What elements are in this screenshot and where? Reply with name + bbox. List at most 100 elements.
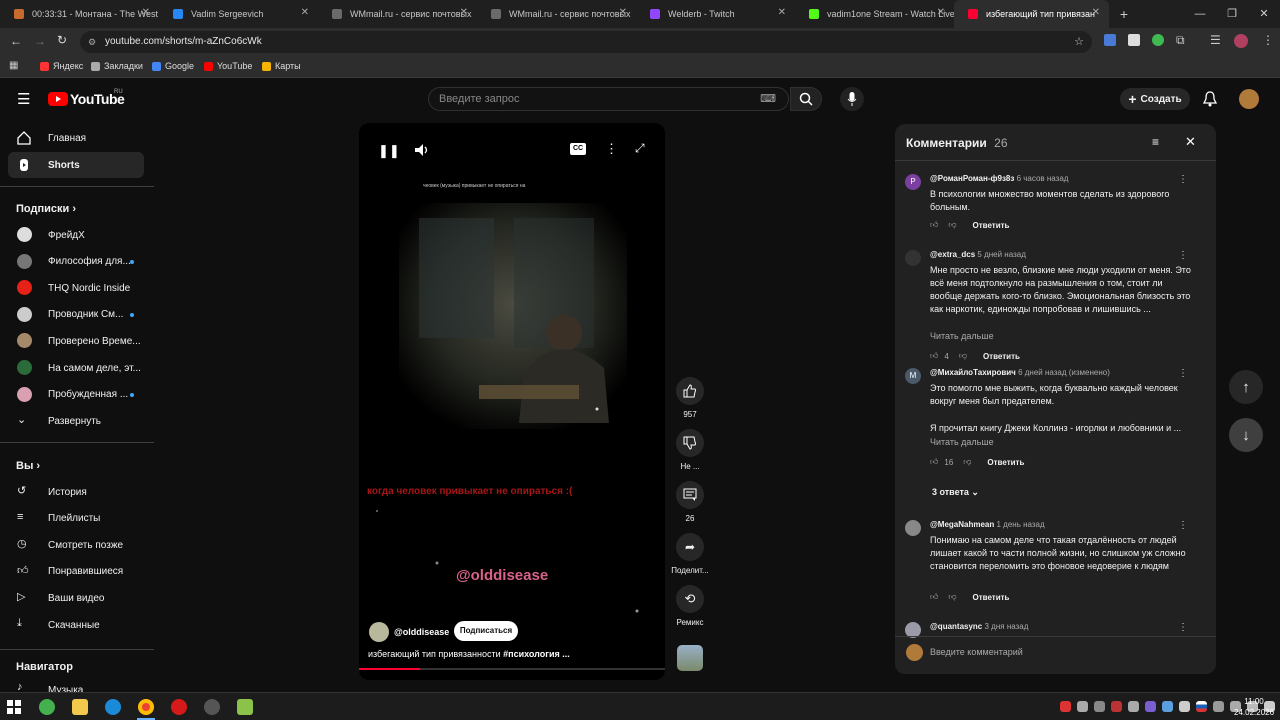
sidebar-item-watch-later[interactable]: ◷ Смотреть позже <box>8 532 144 558</box>
pause-icon[interactable]: ❚❚ <box>378 143 400 159</box>
tray-icon[interactable] <box>1094 701 1105 712</box>
reload-icon[interactable]: ↻ <box>57 33 67 47</box>
tab-close-icon[interactable]: ✕ <box>778 7 786 18</box>
tab-close-icon[interactable]: ✕ <box>619 7 627 18</box>
sidebar-subscription[interactable]: Проверено Време... <box>8 328 144 354</box>
subscribe-button[interactable]: Подписаться <box>454 621 518 641</box>
commenter-avatar[interactable]: Р <box>905 174 921 190</box>
remix-button[interactable]: ⟲ Ремикс <box>670 585 710 627</box>
sidebar-item-your-videos[interactable]: ▷ Ваши видео <box>8 585 144 611</box>
comment-menu-icon[interactable]: ⋮ <box>1178 520 1188 531</box>
bookmark-item[interactable]: YouTube <box>204 61 252 71</box>
app-icon[interactable] <box>39 699 55 715</box>
browser-tab[interactable]: 00:33:31 - Монтана - The West ✕ <box>0 0 159 28</box>
search-button[interactable] <box>790 87 822 111</box>
volume-icon[interactable] <box>414 143 430 157</box>
tab-close-icon[interactable]: ✕ <box>301 7 309 18</box>
channel-name[interactable]: @olddisease <box>394 627 449 637</box>
extension-icon[interactable] <box>1128 34 1140 46</box>
file-explorer-icon[interactable] <box>72 699 88 715</box>
reply-button[interactable]: Ответить <box>973 221 1010 230</box>
forward-icon[interactable]: → <box>34 34 46 48</box>
tray-icon[interactable] <box>1128 701 1139 712</box>
clock[interactable]: 11:00 24.02.2026 <box>1234 696 1274 718</box>
show-replies-button[interactable]: 3 ответа ⌄ <box>932 487 979 498</box>
browser-tab[interactable]: Vadim Sergeevich ✕ <box>159 0 318 28</box>
tab-close-icon[interactable]: ✕ <box>460 7 468 18</box>
close-icon[interactable]: ✕ <box>1185 134 1196 150</box>
sidebar-subscription[interactable]: Пробужденная ... <box>8 382 144 408</box>
comment-author[interactable]: @MegaNahmean 1 день назад <box>930 520 1045 529</box>
address-bar[interactable]: ⚙ youtube.com/shorts/m-aZnCo6cWk ☆ <box>80 31 1092 53</box>
translate-extension-icon[interactable] <box>1104 34 1116 46</box>
steam-icon[interactable] <box>204 699 220 715</box>
comment-like-icon[interactable]: 👍︎ <box>930 220 938 230</box>
new-tab-button[interactable]: + <box>1109 0 1139 28</box>
edge-icon[interactable] <box>105 699 121 715</box>
windows-start-icon[interactable] <box>7 700 21 714</box>
reply-button[interactable]: Ответить <box>987 458 1024 467</box>
sidebar-item-home[interactable]: Главная <box>8 125 144 151</box>
keyboard-icon[interactable]: ⌨ <box>760 88 776 110</box>
apps-grid-icon[interactable]: ▦ <box>9 60 18 71</box>
sidebar-subscription[interactable]: THQ Nordic Inside <box>8 275 144 301</box>
site-info-icon[interactable]: ⚙ <box>88 31 96 53</box>
tray-icon[interactable] <box>1145 701 1156 712</box>
comment-menu-icon[interactable]: ⋮ <box>1178 368 1188 379</box>
like-button[interactable]: 957 <box>670 377 710 419</box>
language-flag-icon[interactable] <box>1196 701 1207 712</box>
tab-close-icon[interactable]: ✕ <box>142 7 150 18</box>
previous-short-button[interactable]: ↑ <box>1229 370 1263 404</box>
close-window-icon[interactable]: ✕ <box>1248 0 1280 28</box>
video-title[interactable]: избегающий тип привязанности #психология… <box>368 649 570 659</box>
comment-like-icon[interactable]: 👍︎ <box>930 592 938 602</box>
sidebar-item-history[interactable]: ↺ История <box>8 479 144 505</box>
extension-icon[interactable] <box>1152 34 1164 46</box>
bookmark-item[interactable]: Карты <box>262 61 301 71</box>
comment-menu-icon[interactable]: ⋮ <box>1178 174 1188 185</box>
comment-input[interactable]: Введите комментарий <box>930 647 1023 657</box>
you-heading[interactable]: Вы › <box>16 460 40 472</box>
tab-close-icon[interactable]: ✕ <box>937 7 945 18</box>
comment-author[interactable]: @МихайлоТахирович 6 дней назад (изменено… <box>930 368 1110 377</box>
comment-dislike-icon[interactable]: 👎︎ <box>948 220 956 230</box>
comment-menu-icon[interactable]: ⋮ <box>1178 250 1188 261</box>
read-more-link[interactable]: Читать дальше <box>930 437 994 447</box>
comment-author[interactable]: @quantasync 3 дня назад <box>930 622 1028 631</box>
reading-list-icon[interactable]: ☰ <box>1210 33 1221 47</box>
back-icon[interactable]: ← <box>10 34 22 48</box>
bookmark-item[interactable]: Закладки <box>91 61 143 71</box>
comment-menu-icon[interactable]: ⋮ <box>1178 622 1188 633</box>
more-options-icon[interactable]: ⋮ <box>605 141 618 157</box>
browser-tab[interactable]: WMmail.ru - сервис почтовых ✕ <box>477 0 636 28</box>
comments-button[interactable]: 26 <box>670 481 710 523</box>
notifications-bell-icon[interactable] <box>1203 91 1217 107</box>
captions-icon[interactable]: CC <box>570 143 586 155</box>
subscriptions-heading[interactable]: Подписки › <box>16 203 76 215</box>
comment-dislike-icon[interactable]: 👎︎ <box>948 592 956 602</box>
browser-tab[interactable]: WMmail.ru - сервис почтовых ✕ <box>318 0 477 28</box>
tray-icon[interactable] <box>1179 701 1190 712</box>
tray-icon[interactable] <box>1111 701 1122 712</box>
reply-button[interactable]: Ответить <box>973 593 1010 602</box>
tray-icon[interactable] <box>1077 701 1088 712</box>
channel-avatar[interactable] <box>369 622 389 642</box>
minimize-icon[interactable]: — <box>1184 0 1216 28</box>
next-short-button[interactable]: ↓ <box>1229 418 1263 452</box>
youtube-logo-icon[interactable] <box>48 92 68 106</box>
dislike-button[interactable]: Не ... <box>670 429 710 471</box>
commenter-avatar[interactable]: М <box>905 368 921 384</box>
commenter-avatar[interactable] <box>905 520 921 536</box>
tab-close-icon[interactable]: ✕ <box>1092 7 1100 18</box>
reply-button[interactable]: Ответить <box>983 352 1020 361</box>
bookmark-item[interactable]: Яндекс <box>40 61 83 71</box>
comment-dislike-icon[interactable]: 👎︎ <box>959 351 967 361</box>
chrome-icon[interactable] <box>138 699 154 715</box>
sidebar-subscription[interactable]: ФрейдХ <box>8 222 144 248</box>
opera-icon[interactable] <box>171 699 187 715</box>
sidebar-item-liked[interactable]: 👍︎ Понравившиеся <box>8 559 144 585</box>
browser-menu-icon[interactable]: ⋮ <box>1262 33 1274 47</box>
sort-icon[interactable]: ≡ <box>1152 135 1159 149</box>
tray-icon[interactable] <box>1213 701 1224 712</box>
maximize-icon[interactable]: ❐ <box>1216 0 1248 28</box>
